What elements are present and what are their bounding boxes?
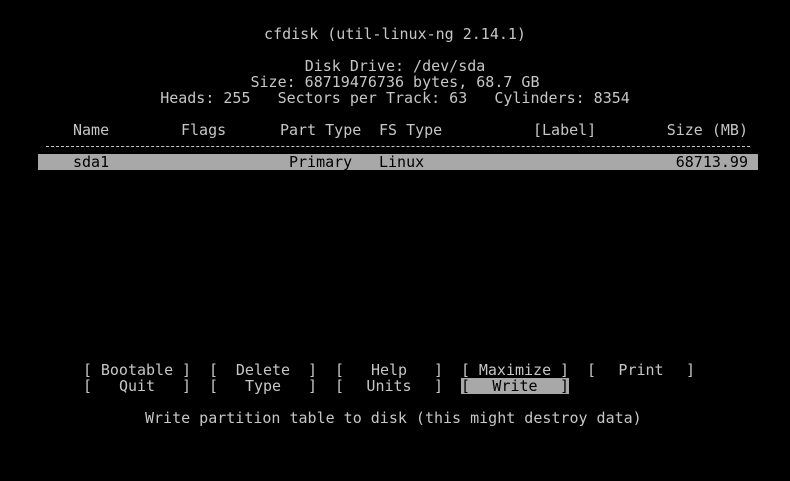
units-button[interactable]: [Units] xyxy=(335,378,443,394)
table-row[interactable]: sda1 Primary Linux 68713.99 xyxy=(38,154,758,170)
quit-button[interactable]: [Quit] xyxy=(83,378,191,394)
type-label: Type xyxy=(244,377,282,395)
disk-drive-label: Disk Drive: /dev/sda xyxy=(304,57,486,75)
units-label: Units xyxy=(366,377,412,395)
partition-size: 68713.99 xyxy=(675,153,748,171)
column-header-size: Size (MB) xyxy=(666,121,748,139)
delete-label: Delete xyxy=(235,361,291,379)
help-text: Write partition table to disk (this migh… xyxy=(145,409,642,427)
print-label: Print xyxy=(618,361,664,379)
help-button[interactable]: [Help] xyxy=(335,362,443,378)
partition-fs-type: Linux xyxy=(379,153,425,171)
type-button[interactable]: [Type] xyxy=(209,378,317,394)
column-header-label: [Label] xyxy=(533,121,597,139)
disk-size-label: Size: 68719476736 bytes, 68.7 GB xyxy=(250,73,540,91)
app-title: cfdisk (util-linux-ng 2.14.1) xyxy=(264,25,526,43)
column-header-flags: Flags xyxy=(181,121,227,139)
table-header-divider xyxy=(46,146,750,147)
write-label: Write xyxy=(492,377,538,395)
partition-type: Primary xyxy=(289,153,353,171)
column-header-fs-type: FS Type xyxy=(379,121,443,139)
maximize-label: Maximize xyxy=(478,361,552,379)
bootable-button[interactable]: [Bootable] xyxy=(83,362,191,378)
help-label: Help xyxy=(370,361,408,379)
delete-button[interactable]: [Delete] xyxy=(209,362,317,378)
column-header-part-type: Part Type xyxy=(280,121,362,139)
write-button[interactable]: [Write] xyxy=(461,378,569,394)
column-header-name: Name xyxy=(73,121,110,139)
partition-name: sda1 xyxy=(73,153,110,171)
disk-geometry-label: Heads: 255 Sectors per Track: 63 Cylinde… xyxy=(160,89,630,107)
maximize-button[interactable]: [Maximize] xyxy=(461,362,569,378)
print-button[interactable]: [Print] xyxy=(587,362,695,378)
quit-label: Quit xyxy=(118,377,156,395)
bootable-label: Bootable xyxy=(100,361,174,379)
